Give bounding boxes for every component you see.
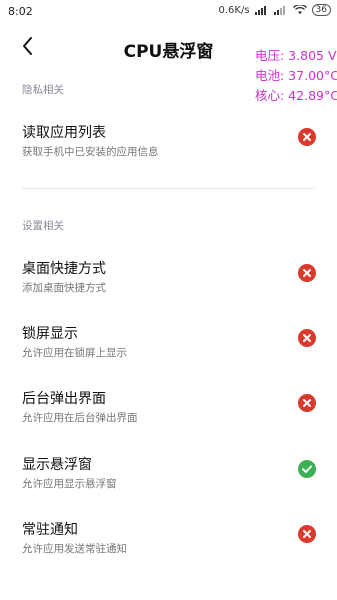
permission-title: 后台弹出界面 bbox=[22, 391, 106, 407]
cpu-temp-readout: 核心: 42.89°C bbox=[255, 88, 337, 103]
status-bar: 8:02 0.6K/s 36 bbox=[0, 0, 337, 24]
denied-x-icon bbox=[298, 329, 316, 347]
permission-item-persistent-notification[interactable]: 常驻通知 允许应用发送常驻通知 bbox=[0, 517, 337, 569]
permission-subtitle: 允许应用显示悬浮窗 bbox=[22, 478, 117, 490]
battery-temp-readout: 电池: 37.00°C bbox=[255, 68, 337, 83]
permission-item-lockscreen-display[interactable]: 锁屏显示 允许应用在锁屏上显示 bbox=[0, 321, 337, 373]
cpu-floating-overlay[interactable]: 电压: 3.805 V 电池: 37.00°C 核心: 42.89°C bbox=[255, 46, 337, 106]
status-right: 0.6K/s 36 bbox=[218, 4, 331, 16]
voltage-readout: 电压: 3.805 V bbox=[255, 48, 337, 63]
divider bbox=[22, 188, 315, 189]
denied-x-icon bbox=[298, 394, 316, 412]
permission-item-background-popup[interactable]: 后台弹出界面 允许应用在后台弹出界面 bbox=[0, 386, 337, 438]
permission-subtitle: 允许应用在锁屏上显示 bbox=[22, 347, 127, 359]
wifi-icon bbox=[292, 4, 307, 15]
network-speed: 0.6K/s bbox=[218, 4, 250, 16]
section-privacy-header: 隐私相关 bbox=[22, 84, 64, 96]
permission-title: 显示悬浮窗 bbox=[22, 457, 92, 473]
allowed-check-icon bbox=[298, 460, 316, 478]
denied-x-icon bbox=[298, 525, 316, 543]
permission-title: 桌面快捷方式 bbox=[22, 261, 106, 277]
permission-title: 锁屏显示 bbox=[22, 326, 78, 342]
status-time: 8:02 bbox=[8, 5, 33, 18]
denied-x-icon bbox=[298, 128, 316, 146]
battery-indicator: 36 bbox=[311, 4, 331, 16]
permission-title: 读取应用列表 bbox=[22, 125, 106, 141]
signal-icon bbox=[254, 5, 269, 15]
permission-item-floating-window[interactable]: 显示悬浮窗 允许应用显示悬浮窗 bbox=[0, 452, 337, 504]
permission-subtitle: 允许应用发送常驻通知 bbox=[22, 543, 127, 555]
signal-icon-2 bbox=[273, 5, 288, 15]
permission-subtitle: 允许应用在后台弹出界面 bbox=[22, 412, 138, 424]
permission-subtitle: 获取手机中已安装的应用信息 bbox=[22, 146, 159, 158]
denied-x-icon bbox=[298, 264, 316, 282]
permission-item-read-app-list[interactable]: 读取应用列表 获取手机中已安装的应用信息 bbox=[0, 120, 337, 172]
permission-subtitle: 添加桌面快捷方式 bbox=[22, 282, 106, 294]
section-settings-header: 设置相关 bbox=[22, 220, 64, 232]
permission-title: 常驻通知 bbox=[22, 522, 78, 538]
permission-item-desktop-shortcut[interactable]: 桌面快捷方式 添加桌面快捷方式 bbox=[0, 256, 337, 308]
